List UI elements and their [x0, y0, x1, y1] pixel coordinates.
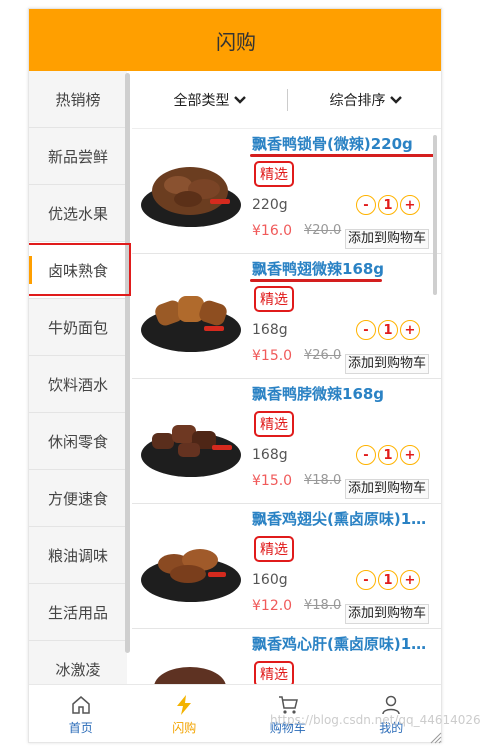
sidebar-item-drinks[interactable]: 饮料酒水 — [29, 356, 127, 413]
lightning-icon — [177, 694, 192, 715]
sidebar-item-label: 冰激凌 — [55, 660, 101, 679]
selection-highlight-box — [29, 243, 131, 296]
quantity-stepper: - 1 + — [356, 320, 420, 340]
product-name[interactable]: 飘香鸭锁骨(微辣)220g — [252, 133, 436, 154]
add-to-cart-button[interactable]: 添加到购物车 — [345, 604, 430, 624]
product-card[interactable]: 飘香鸭脖微辣168g 精选 168g - 1 + ¥15.0 ¥18.0 添加到… — [132, 379, 441, 504]
product-image — [141, 167, 241, 227]
annotation-underline — [250, 154, 436, 157]
product-name[interactable]: 飘香鸭脖微辣168g — [252, 383, 436, 404]
plus-button[interactable]: + — [400, 320, 420, 340]
sidebar-item-label: 生活用品 — [47, 603, 108, 622]
product-weight: 168g — [252, 322, 288, 338]
sidebar-item-milk-bread[interactable]: 牛奶面包 — [29, 299, 127, 356]
original-price: ¥18.0 — [304, 473, 342, 488]
resize-grip-icon[interactable] — [428, 730, 442, 744]
product-name[interactable]: 飘香鸭翅微辣168g — [252, 258, 436, 279]
plus-button[interactable]: + — [400, 570, 420, 590]
product-price: ¥12.0 — [252, 598, 293, 614]
product-name[interactable]: 飘香鸡翅尖(熏卤原味)160g — [252, 508, 436, 529]
sidebar-item-hot[interactable]: 热销榜 — [29, 71, 127, 128]
featured-badge: 精选 — [254, 661, 294, 684]
product-card[interactable]: 飘香鸭锁骨(微辣)220g 精选 220g - 1 + ¥16.0 ¥20.0 … — [132, 129, 441, 254]
tab-label: 闪购 — [172, 720, 197, 735]
product-card[interactable]: 飘香鸭翅微辣168g 精选 168g - 1 + ¥15.0 ¥26.0 添加到… — [132, 254, 441, 379]
quantity-value: 1 — [378, 445, 398, 465]
add-to-cart-button[interactable]: 添加到购物车 — [345, 479, 430, 499]
sort-filter-button[interactable]: 综合排序 — [288, 90, 441, 110]
sidebar-item-label: 饮料酒水 — [47, 375, 108, 394]
featured-badge: 精选 — [254, 286, 294, 312]
product-image — [141, 549, 241, 602]
sidebar-item-oil[interactable]: 粮油调味 — [29, 527, 127, 584]
product-price: ¥15.0 — [252, 348, 293, 364]
product-weight: 160g — [252, 572, 288, 588]
sidebar-item-label: 粮油调味 — [47, 546, 108, 565]
featured-badge: 精选 — [254, 411, 294, 437]
page-header: 闪购 — [29, 9, 441, 71]
sidebar-item-label: 优选水果 — [47, 204, 108, 223]
sidebar-scrollbar[interactable] — [125, 73, 130, 653]
annotation-underline — [250, 279, 382, 282]
minus-button[interactable]: - — [356, 195, 376, 215]
product-card[interactable]: 飘香鸡翅尖(熏卤原味)160g 精选 160g - 1 + ¥12.0 ¥18.… — [132, 504, 441, 629]
quantity-stepper: - 1 + — [356, 445, 420, 465]
watermark-text: https://blog.csdn.net/qq_44614026 — [270, 713, 481, 727]
sidebar-item-icecream[interactable]: 冰激凌 — [29, 641, 127, 684]
add-to-cart-button[interactable]: 添加到购物车 — [345, 229, 430, 249]
product-image — [141, 425, 241, 477]
product-price: ¥16.0 — [252, 223, 293, 239]
original-price: ¥26.0 — [304, 348, 342, 363]
plus-button[interactable]: + — [400, 445, 420, 465]
quantity-value: 1 — [378, 195, 398, 215]
add-to-cart-button[interactable]: 添加到购物车 — [345, 354, 430, 374]
sidebar-item-new[interactable]: 新品尝鲜 — [29, 128, 127, 185]
type-filter-label: 全部类型 — [173, 92, 230, 109]
product-list: 飘香鸭锁骨(微辣)220g 精选 220g - 1 + ¥16.0 ¥20.0 … — [132, 129, 441, 684]
sidebar-item-fruit[interactable]: 优选水果 — [29, 185, 127, 242]
type-filter-button[interactable]: 全部类型 — [132, 90, 287, 110]
quantity-value: 1 — [378, 570, 398, 590]
sidebar-item-label: 热销榜 — [55, 90, 101, 109]
product-name[interactable]: 飘香鸡心肝(熏卤原味)160g — [252, 633, 436, 654]
sort-filter-label: 综合排序 — [329, 92, 386, 109]
featured-badge: 精选 — [254, 536, 294, 562]
list-scrollbar[interactable] — [433, 135, 437, 295]
filter-bar: 全部类型 综合排序 — [132, 71, 441, 129]
sidebar-item-label: 方便速食 — [47, 489, 108, 508]
minus-button[interactable]: - — [356, 570, 376, 590]
sidebar-item-label: 休闲零食 — [47, 432, 108, 451]
phone-frame: 闪购 热销榜 新品尝鲜 优选水果 卤味熟食 牛奶面包 饮料酒水 休闲零食 方便速… — [28, 8, 442, 743]
sidebar-item-daily[interactable]: 生活用品 — [29, 584, 127, 641]
original-price: ¥20.0 — [304, 223, 342, 238]
minus-button[interactable]: - — [356, 445, 376, 465]
product-price: ¥15.0 — [252, 473, 293, 489]
category-sidebar: 热销榜 新品尝鲜 优选水果 卤味熟食 牛奶面包 饮料酒水 休闲零食 方便速食 粮… — [29, 71, 127, 684]
quantity-stepper: - 1 + — [356, 570, 420, 590]
quantity-value: 1 — [378, 320, 398, 340]
home-icon — [72, 695, 90, 714]
chevron-down-icon — [233, 95, 246, 104]
tab-home[interactable]: 首页 — [29, 685, 133, 742]
product-weight: 220g — [252, 197, 288, 213]
minus-button[interactable]: - — [356, 320, 376, 340]
sidebar-item-label: 牛奶面包 — [47, 318, 108, 337]
product-image — [154, 667, 226, 684]
chevron-down-icon — [389, 95, 402, 104]
tab-flash-sale[interactable]: 闪购 — [133, 685, 237, 742]
sidebar-item-label: 新品尝鲜 — [47, 147, 108, 166]
product-card[interactable]: 飘香鸡心肝(熏卤原味)160g 精选 — [132, 629, 441, 684]
plus-button[interactable]: + — [400, 195, 420, 215]
sidebar-item-snacks[interactable]: 休闲零食 — [29, 413, 127, 470]
page-title: 闪购 — [216, 29, 256, 54]
product-weight: 168g — [252, 447, 288, 463]
sidebar-item-instant[interactable]: 方便速食 — [29, 470, 127, 527]
original-price: ¥18.0 — [304, 598, 342, 613]
tab-label: 首页 — [68, 720, 93, 735]
product-image — [141, 296, 241, 352]
featured-badge: 精选 — [254, 161, 294, 187]
quantity-stepper: - 1 + — [356, 195, 420, 215]
